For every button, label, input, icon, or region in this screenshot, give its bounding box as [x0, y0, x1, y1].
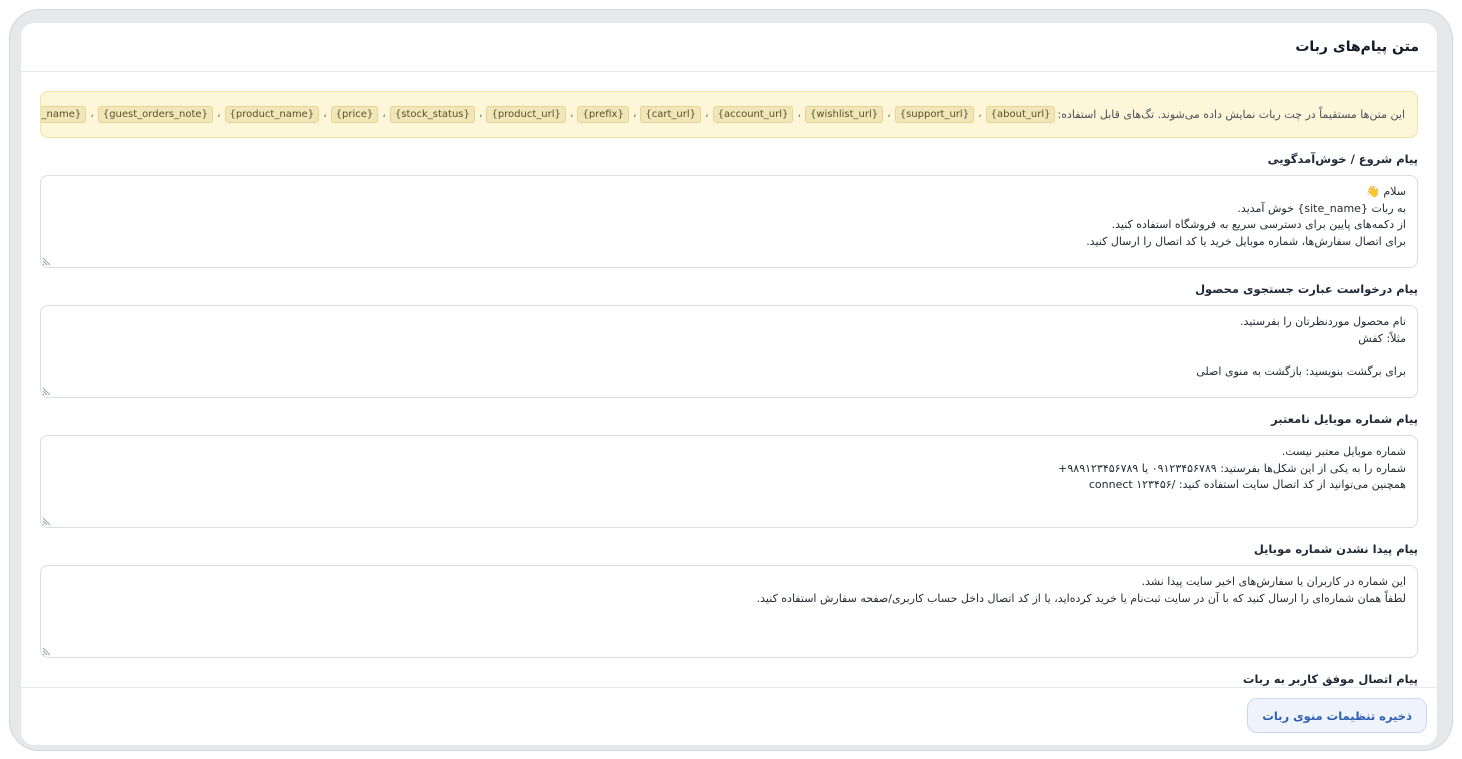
tag-separator: ،	[887, 107, 891, 120]
tag-separator: ،	[978, 107, 982, 120]
placeholder-tag: {price}	[330, 106, 379, 123]
resize-handle-icon[interactable]	[42, 254, 54, 266]
tag-separator: ،	[705, 107, 709, 120]
tags-notice: این متن‌ها مستقیماً در چت ربات نمایش داد…	[40, 91, 1418, 138]
card-header: متن پیام‌های ربات	[21, 23, 1437, 72]
card-title: متن پیام‌های ربات	[1295, 39, 1419, 55]
invalid-mobile-textarea[interactable]: شماره موبایل معتبر نیست. شماره را به یکی…	[40, 435, 1418, 528]
mobile-not-found-textarea[interactable]: این شماره در کاربران یا سفارش‌های اخیر س…	[40, 565, 1418, 658]
placeholder-tag: {account_url}	[712, 106, 794, 123]
settings-card: متن پیام‌های ربات این متن‌ها مستقیماً در…	[20, 22, 1438, 746]
field-label-welcome: پیام شروع / خوش‌آمدگویی	[1267, 152, 1418, 166]
card-content: این متن‌ها مستقیماً در چت ربات نمایش داد…	[21, 72, 1437, 745]
search-prompt-textarea[interactable]: نام محصول موردنظرتان را بفرستید. مثلاً: …	[40, 305, 1418, 398]
placeholder-tag: {prefix}	[577, 106, 629, 123]
placeholder-tag: {wishlist_url}	[804, 106, 884, 123]
field-label-search-prompt: پیام درخواست عبارت جستجوی محصول	[1195, 282, 1418, 296]
placeholder-tag: {about_url}	[985, 106, 1056, 123]
resize-handle-icon[interactable]	[42, 384, 54, 396]
sticky-footer: ذخیره تنظیمات منوی ربات	[21, 687, 1437, 745]
tag-separator: ،	[478, 107, 483, 120]
placeholder-tag: {support_url}	[894, 106, 975, 123]
field-label-mobile-not-found: پیام پیدا نشدن شماره موبایل	[1253, 542, 1418, 556]
field-label-invalid-mobile: پیام شماره موبایل نامعتبر	[1271, 412, 1418, 426]
welcome-message-textarea[interactable]: سلام 👋 به ربات {site_name} خوش آمدید. از…	[40, 175, 1418, 268]
resize-handle-icon[interactable]	[42, 644, 54, 656]
tag-separator: ،	[382, 107, 386, 120]
tag-list: {about_url}،{support_url}،{wishlist_url}…	[41, 106, 1057, 123]
placeholder-tag: {guest_orders_note}	[97, 106, 213, 123]
resize-handle-icon[interactable]	[42, 514, 54, 526]
tag-separator: ،	[632, 107, 637, 120]
field-label-connect-success: پیام اتصال موفق کاربر به ربات	[1242, 672, 1418, 686]
placeholder-tag: {product_name}	[224, 106, 320, 123]
notice-text: این متن‌ها مستقیماً در چت ربات نمایش داد…	[1057, 108, 1405, 121]
tag-separator: ،	[323, 107, 327, 120]
tag-separator: ،	[216, 107, 221, 120]
placeholder-tag: {cart_url}	[640, 106, 702, 123]
placeholder-tag: {stock_status}	[389, 106, 475, 123]
placeholder-tag: {site_name}	[41, 106, 87, 123]
tag-separator: ،	[90, 107, 94, 120]
save-menu-settings-button[interactable]: ذخیره تنظیمات منوی ربات	[1247, 698, 1427, 733]
tag-separator: ،	[797, 107, 801, 120]
tag-separator: ،	[569, 107, 574, 120]
placeholder-tag: {product_url}	[486, 106, 566, 123]
